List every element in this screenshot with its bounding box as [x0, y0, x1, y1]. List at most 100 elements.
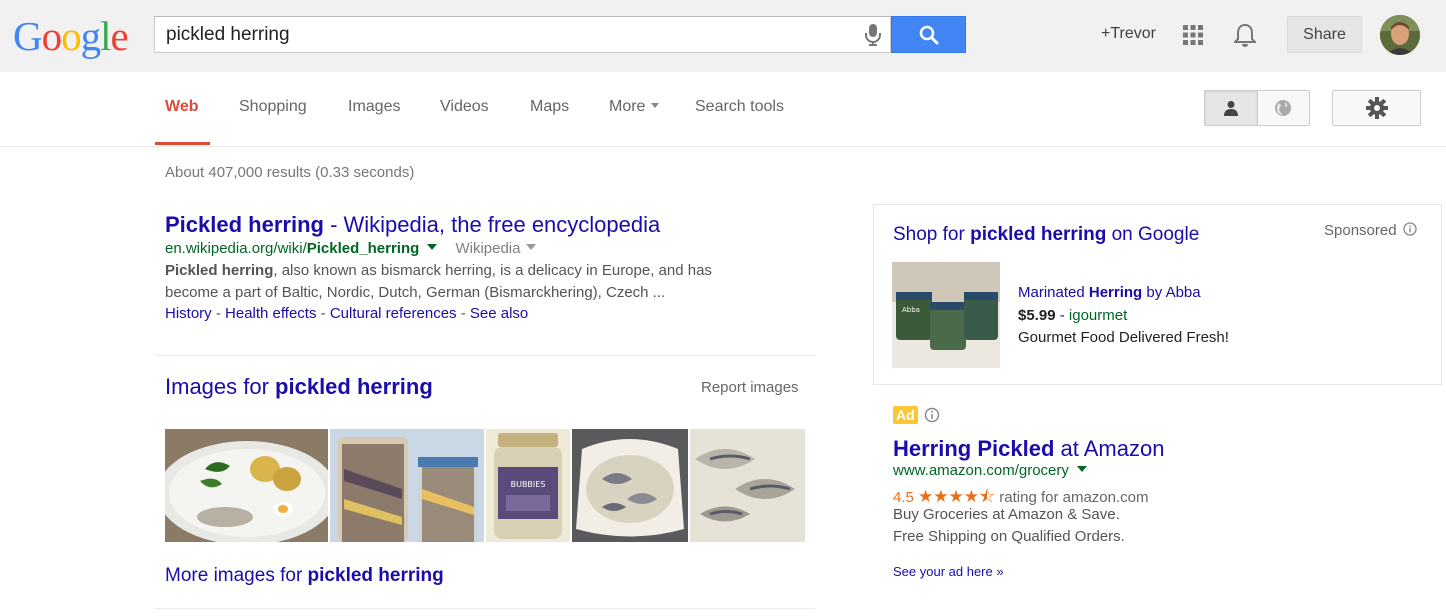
sitelink-separator: -	[316, 305, 330, 322]
product-description: Gourmet Food Delivered Fresh!	[1018, 329, 1229, 346]
tab-web[interactable]: Web	[165, 98, 198, 116]
sitelink-separator: -	[456, 305, 470, 322]
magnifier-icon	[919, 25, 938, 44]
snippet-bold: Pickled herring	[165, 262, 274, 279]
microphone-icon[interactable]	[864, 24, 882, 46]
image-thumbnail-bubbies-jar[interactable]: BUBBIES	[486, 429, 570, 542]
search-box[interactable]	[154, 16, 891, 53]
shopping-title-suffix: on Google	[1106, 224, 1200, 245]
product-title-suffix: by Abba	[1142, 284, 1201, 301]
personal-results-toggle	[1204, 90, 1310, 126]
search-input[interactable]	[155, 17, 855, 52]
ad-url-row: www.amazon.com/grocery	[893, 462, 1087, 479]
ad-description-line2: Free Shipping on Qualified Orders.	[893, 528, 1125, 545]
user-avatar[interactable]	[1380, 15, 1420, 55]
bell-icon[interactable]	[1234, 22, 1256, 48]
google-logo[interactable]: Google	[13, 13, 129, 59]
result-source[interactable]: Wikipedia	[455, 240, 520, 257]
product-seller: igourmet	[1068, 307, 1128, 324]
search-button[interactable]	[891, 16, 966, 53]
result-url: en.wikipedia.org/wiki/Pickled_herring	[165, 240, 419, 257]
shopping-title-prefix: Shop for	[893, 224, 971, 245]
ad-rating-suffix: rating for amazon.com	[995, 489, 1149, 506]
sitelink-separator: -	[211, 305, 226, 322]
sitelink-health-effects[interactable]: Health effects	[225, 305, 316, 322]
result-title-rest: - Wikipedia, the free encyclopedia	[323, 212, 661, 237]
product-jar-label: Abba	[902, 306, 920, 314]
result-title-link[interactable]: Pickled herring - Wikipedia, the free en…	[165, 211, 805, 238]
image-thumbnail-closeup[interactable]	[690, 429, 805, 542]
svg-text:BUBBIES: BUBBIES	[511, 480, 546, 489]
result-divider	[155, 355, 815, 356]
share-button[interactable]: Share	[1287, 16, 1362, 53]
ad-title-rest: at Amazon	[1054, 436, 1165, 461]
tab-videos[interactable]: Videos	[440, 98, 489, 116]
source-dropdown-arrow-icon[interactable]	[526, 244, 537, 250]
ad-description-line1: Buy Groceries at Amazon & Save.	[893, 506, 1120, 523]
tab-search-tools[interactable]: Search tools	[695, 98, 784, 116]
tab-shopping[interactable]: Shopping	[239, 98, 307, 116]
active-tab-indicator	[155, 142, 210, 145]
ad-rating-value: 4.5	[893, 489, 914, 506]
shopping-ads-box: Shop for pickled herring on Google Spons…	[873, 204, 1442, 385]
image-thumbnail-dish[interactable]	[572, 429, 688, 542]
result-url-bold: Pickled_herring	[306, 240, 420, 257]
personal-results-button[interactable]	[1205, 91, 1258, 125]
snippet-line2: become a part of Baltic, Nordic, Dutch, …	[165, 284, 666, 301]
shopping-title-bold: pickled herring	[970, 224, 1107, 245]
search-nav: Web Shopping Images Videos Maps More Sea…	[0, 72, 1446, 147]
logo-letter: g	[80, 13, 101, 59]
tab-images[interactable]: Images	[348, 98, 400, 116]
user-profile-link[interactable]: +Trevor	[1101, 25, 1156, 43]
image-thumbnail-jars[interactable]	[330, 429, 484, 542]
sponsored-label[interactable]: Sponsored	[1324, 222, 1417, 239]
ad-badge: Ad	[893, 406, 918, 424]
sitelink-history[interactable]: History	[165, 305, 212, 322]
ad-title-link[interactable]: Herring Pickled at Amazon	[893, 436, 1164, 462]
person-icon	[1223, 101, 1238, 116]
logo-letter: l	[100, 13, 111, 59]
product-title-bold: Herring	[1088, 284, 1143, 301]
images-heading-link[interactable]: Images for pickled herring	[165, 374, 433, 400]
search-result: Pickled herring - Wikipedia, the free en…	[165, 211, 805, 324]
apps-grid-icon[interactable]	[1183, 25, 1203, 45]
see-your-ad-link[interactable]: See your ad here »	[893, 564, 1004, 579]
gear-icon	[1365, 97, 1388, 119]
ad-title-bold: Herring Pickled	[893, 436, 1055, 461]
globe-icon	[1275, 100, 1292, 116]
rating-stars-icon: ★★★★⯪	[918, 487, 996, 506]
report-images-link[interactable]: Report images	[701, 379, 799, 396]
result-options-arrow-icon[interactable]	[427, 244, 438, 250]
product-price: $5.99	[1018, 307, 1056, 324]
sitelink-see-also[interactable]: See also	[470, 305, 528, 322]
sitelinks: History - Health effects - Cultural refe…	[165, 304, 805, 324]
product-image[interactable]: Abba	[892, 262, 1000, 368]
product-title-prefix: Marinated	[1018, 284, 1089, 301]
settings-button[interactable]	[1332, 90, 1421, 126]
shopping-title-link[interactable]: Shop for pickled herring on Google	[893, 224, 1199, 246]
more-images-link[interactable]: More images for pickled herring	[165, 565, 444, 587]
tab-more[interactable]: More	[609, 98, 660, 116]
hide-personal-results-button[interactable]	[1258, 91, 1310, 125]
result-url-prefix: en.wikipedia.org/wiki/	[165, 240, 307, 257]
image-thumbnail-plate[interactable]	[165, 429, 328, 542]
product-price-row: $5.99 - igourmet	[1018, 307, 1127, 324]
ad-options-arrow-icon[interactable]	[1076, 466, 1087, 472]
result-title-bold: Pickled herring	[165, 212, 324, 237]
logo-letter: e	[110, 13, 129, 59]
images-heading-bold: pickled herring	[275, 374, 433, 399]
product-title-link[interactable]: Marinated Herring by Abba	[1018, 284, 1201, 301]
logo-letter: G	[13, 13, 43, 59]
result-stats: About 407,000 results (0.33 seconds)	[165, 164, 415, 181]
result-snippet: Pickled herring, also known as bismarck …	[165, 260, 805, 304]
result-divider	[155, 608, 815, 609]
more-images-prefix: More images for	[165, 565, 308, 586]
sponsored-text: Sponsored	[1324, 222, 1397, 239]
sitelink-cultural-references[interactable]: Cultural references	[330, 305, 457, 322]
images-heading-prefix: Images for	[165, 374, 276, 399]
logo-letter: o	[41, 13, 62, 59]
info-icon[interactable]	[924, 407, 940, 423]
top-bar: Google +Trevor Share	[0, 0, 1446, 72]
tab-maps[interactable]: Maps	[530, 98, 569, 116]
price-separator: -	[1055, 307, 1069, 324]
